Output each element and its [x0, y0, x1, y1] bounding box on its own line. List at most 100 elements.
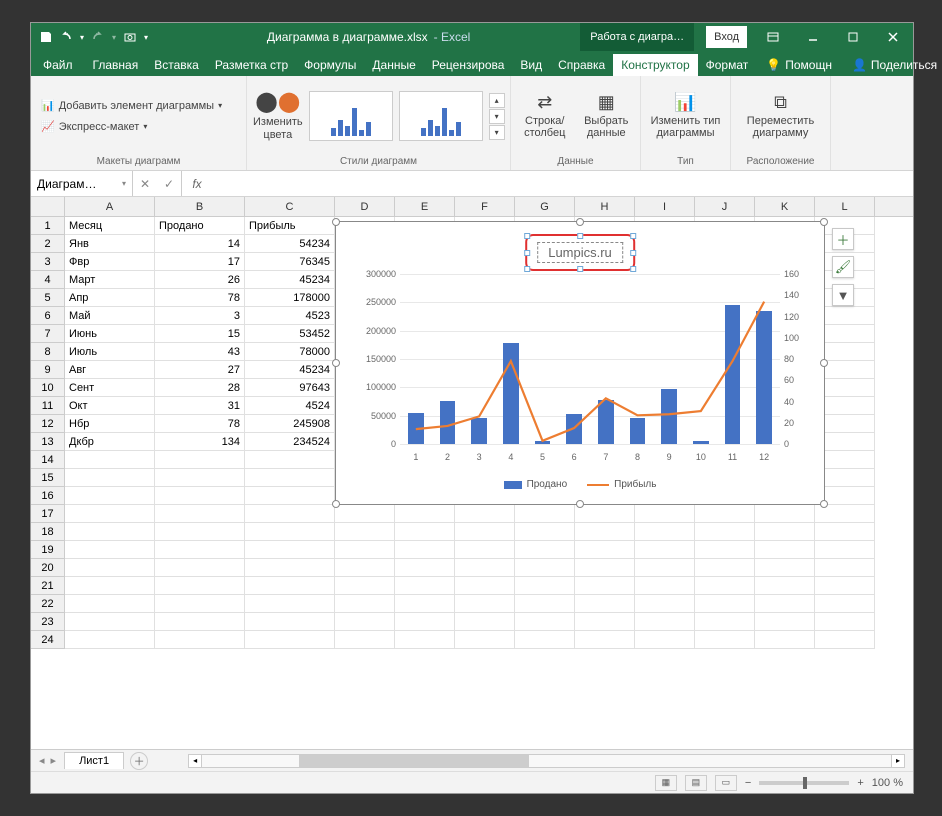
- cell-A15[interactable]: [65, 469, 155, 487]
- cell-I20[interactable]: [635, 559, 695, 577]
- row-header-6[interactable]: 6: [31, 307, 64, 325]
- cell-K18[interactable]: [755, 523, 815, 541]
- chart-elements-button[interactable]: ＋: [832, 228, 854, 250]
- maximize-button[interactable]: [833, 23, 873, 51]
- row-header-24[interactable]: 24: [31, 631, 64, 649]
- cell-A8[interactable]: Июль: [65, 343, 155, 361]
- tab-home[interactable]: Главная: [85, 54, 147, 76]
- cell-I17[interactable]: [635, 505, 695, 523]
- tab-design[interactable]: Конструктор: [613, 54, 697, 76]
- col-header-D[interactable]: D: [335, 197, 395, 216]
- row-header-11[interactable]: 11: [31, 397, 64, 415]
- cell-F22[interactable]: [455, 595, 515, 613]
- col-header-C[interactable]: C: [245, 197, 335, 216]
- minimize-button[interactable]: [793, 23, 833, 51]
- tab-file[interactable]: Файл: [31, 54, 85, 76]
- cell-C16[interactable]: [245, 487, 335, 505]
- tab-review[interactable]: Рецензирова: [424, 54, 513, 76]
- zoom-slider[interactable]: [759, 781, 849, 785]
- cell-B1[interactable]: Продано: [155, 217, 245, 235]
- cell-F18[interactable]: [455, 523, 515, 541]
- cell-C20[interactable]: [245, 559, 335, 577]
- cell-G21[interactable]: [515, 577, 575, 595]
- cell-E17[interactable]: [395, 505, 455, 523]
- cell-C12[interactable]: 245908: [245, 415, 335, 433]
- cell-B16[interactable]: [155, 487, 245, 505]
- cell-G22[interactable]: [515, 595, 575, 613]
- cell-D19[interactable]: [335, 541, 395, 559]
- cell-D24[interactable]: [335, 631, 395, 649]
- cell-A5[interactable]: Апр: [65, 289, 155, 307]
- cell-A17[interactable]: [65, 505, 155, 523]
- scroll-left-icon[interactable]: ◂: [188, 754, 202, 768]
- cell-J21[interactable]: [695, 577, 755, 595]
- chart-style-1[interactable]: [309, 91, 393, 141]
- cell-H21[interactable]: [575, 577, 635, 595]
- view-page-break-icon[interactable]: ▭: [715, 775, 737, 791]
- cell-H17[interactable]: [575, 505, 635, 523]
- legend-item-line[interactable]: Прибыль: [587, 479, 656, 490]
- cell-C15[interactable]: [245, 469, 335, 487]
- cell-D17[interactable]: [335, 505, 395, 523]
- row-header-2[interactable]: 2: [31, 235, 64, 253]
- resize-handle-e[interactable]: [820, 359, 828, 367]
- col-header-H[interactable]: H: [575, 197, 635, 216]
- cell-A7[interactable]: Июнь: [65, 325, 155, 343]
- cell-A9[interactable]: Авг: [65, 361, 155, 379]
- cell-H18[interactable]: [575, 523, 635, 541]
- cell-B2[interactable]: 14: [155, 235, 245, 253]
- col-header-E[interactable]: E: [395, 197, 455, 216]
- zoom-thumb[interactable]: [803, 777, 807, 789]
- chart-area[interactable]: Lumpics.ru 05000010000015000020000025000…: [346, 230, 814, 496]
- cell-C14[interactable]: [245, 451, 335, 469]
- cell-B6[interactable]: 3: [155, 307, 245, 325]
- resize-handle-s[interactable]: [576, 500, 584, 508]
- cell-K23[interactable]: [755, 613, 815, 631]
- row-header-15[interactable]: 15: [31, 469, 64, 487]
- change-colors-button[interactable]: ⬤⬤ Изменить цвета: [253, 91, 303, 141]
- cell-C9[interactable]: 45234: [245, 361, 335, 379]
- cell-B14[interactable]: [155, 451, 245, 469]
- cancel-icon[interactable]: ✕: [133, 171, 157, 196]
- cell-F17[interactable]: [455, 505, 515, 523]
- cell-A21[interactable]: [65, 577, 155, 595]
- cell-C13[interactable]: 234524: [245, 433, 335, 451]
- row-header-22[interactable]: 22: [31, 595, 64, 613]
- cell-A6[interactable]: Май: [65, 307, 155, 325]
- cell-L24[interactable]: [815, 631, 875, 649]
- row-header-23[interactable]: 23: [31, 613, 64, 631]
- sheet-nav-next-icon[interactable]: ▸: [51, 754, 57, 767]
- cell-H20[interactable]: [575, 559, 635, 577]
- cell-B22[interactable]: [155, 595, 245, 613]
- sheet-tab-1[interactable]: Лист1: [64, 752, 124, 769]
- cell-I21[interactable]: [635, 577, 695, 595]
- resize-handle-w[interactable]: [332, 359, 340, 367]
- cell-A23[interactable]: [65, 613, 155, 631]
- chart-filters-button[interactable]: ▼: [832, 284, 854, 306]
- cell-K22[interactable]: [755, 595, 815, 613]
- row-header-20[interactable]: 20: [31, 559, 64, 577]
- cell-D22[interactable]: [335, 595, 395, 613]
- cell-A24[interactable]: [65, 631, 155, 649]
- cell-G18[interactable]: [515, 523, 575, 541]
- cell-H19[interactable]: [575, 541, 635, 559]
- cell-C5[interactable]: 178000: [245, 289, 335, 307]
- cell-C1[interactable]: Прибыль: [245, 217, 335, 235]
- cell-I23[interactable]: [635, 613, 695, 631]
- formula-input[interactable]: [212, 171, 913, 196]
- cell-B20[interactable]: [155, 559, 245, 577]
- cell-A19[interactable]: [65, 541, 155, 559]
- cell-L20[interactable]: [815, 559, 875, 577]
- cell-I19[interactable]: [635, 541, 695, 559]
- col-header-I[interactable]: I: [635, 197, 695, 216]
- row-header-7[interactable]: 7: [31, 325, 64, 343]
- cell-A10[interactable]: Сент: [65, 379, 155, 397]
- cell-B24[interactable]: [155, 631, 245, 649]
- cell-J24[interactable]: [695, 631, 755, 649]
- cell-K21[interactable]: [755, 577, 815, 595]
- line-series[interactable]: [400, 274, 780, 444]
- redo-icon[interactable]: [89, 28, 107, 46]
- cell-B19[interactable]: [155, 541, 245, 559]
- cell-C3[interactable]: 76345: [245, 253, 335, 271]
- cell-E23[interactable]: [395, 613, 455, 631]
